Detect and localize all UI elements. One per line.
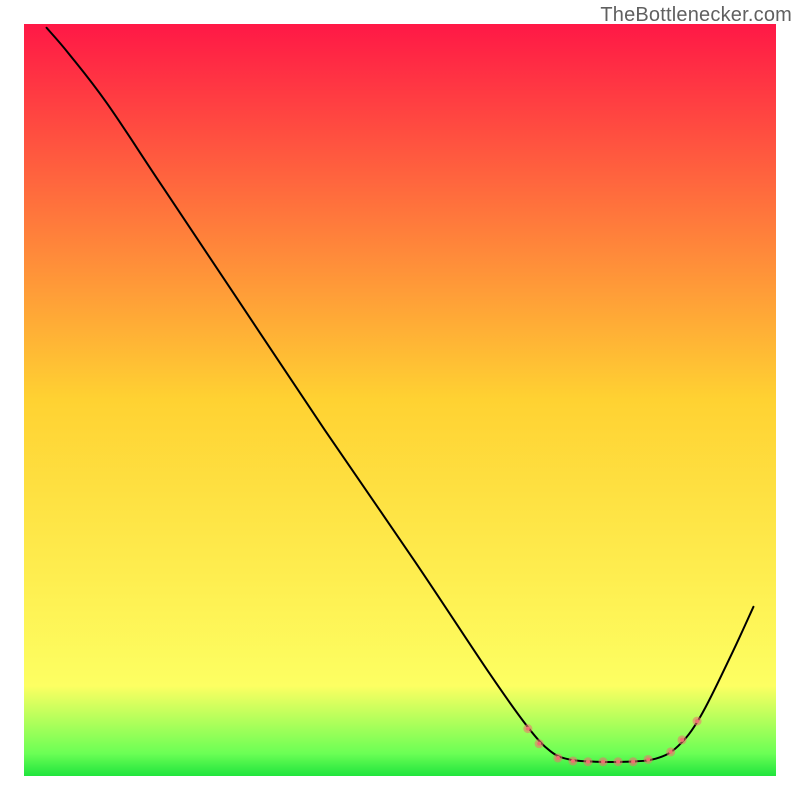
watermark-label: TheBottlenecker.com: [600, 4, 792, 27]
curve-node-core: [695, 719, 699, 723]
curve-node-core: [571, 759, 575, 763]
curve-node-core: [537, 742, 541, 746]
curve-node-core: [586, 760, 590, 764]
curve-node-core: [601, 760, 605, 764]
chart-stage: TheBottlenecker.com: [0, 0, 800, 800]
bottleneck-chart: [0, 0, 800, 800]
curve-node-core: [526, 727, 530, 731]
curve-node-core: [669, 750, 673, 754]
curve-node-core: [556, 756, 560, 760]
curve-node-core: [646, 757, 650, 761]
curve-node-core: [680, 738, 684, 742]
curve-node-core: [616, 760, 620, 764]
curve-node-core: [631, 760, 635, 764]
plot-background: [24, 24, 776, 776]
